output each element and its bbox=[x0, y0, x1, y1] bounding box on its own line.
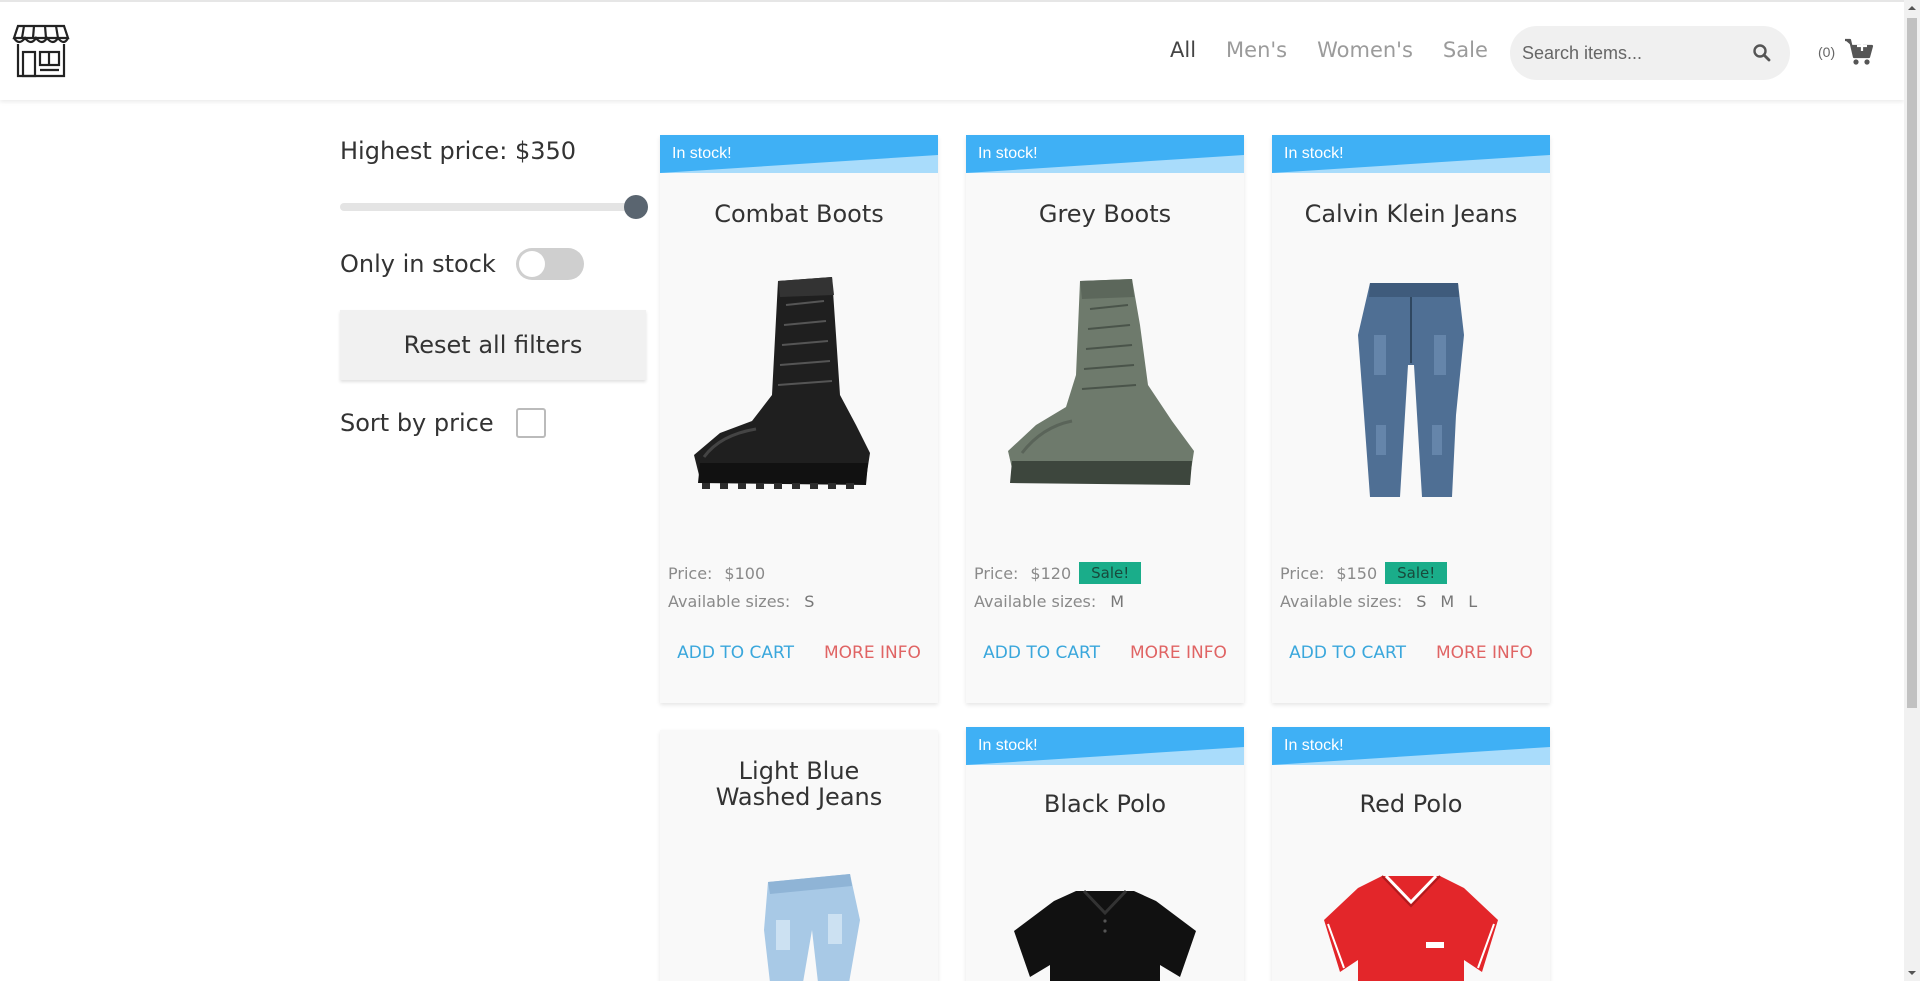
card-actions: ADD TO CART MORE INFO bbox=[1272, 643, 1550, 663]
card-actions: ADD TO CART MORE INFO bbox=[966, 643, 1244, 663]
add-to-cart-button[interactable]: ADD TO CART bbox=[983, 643, 1100, 663]
light-blue-jeans-image[interactable] bbox=[660, 870, 938, 981]
sort-by-price-label: Sort by price bbox=[340, 409, 494, 437]
filters-panel: Highest price: $350 Only in stock Reset … bbox=[340, 135, 648, 439]
price-label: Price: bbox=[974, 563, 1019, 583]
size-option[interactable]: S bbox=[1416, 592, 1426, 611]
product-title: Red Polo bbox=[1359, 790, 1463, 818]
more-info-button[interactable]: MORE INFO bbox=[1436, 643, 1533, 663]
price-label: Price: bbox=[1280, 563, 1325, 583]
search-box bbox=[1510, 26, 1790, 80]
size-option[interactable]: S bbox=[804, 592, 814, 611]
product-title: Combat Boots bbox=[714, 200, 884, 228]
highest-price-text: Highest price: bbox=[340, 137, 508, 165]
toggle-knob bbox=[518, 251, 545, 277]
in-stock-ribbon: In stock! bbox=[966, 135, 1244, 173]
cart-add-icon[interactable] bbox=[1844, 38, 1874, 66]
in-stock-text: In stock! bbox=[672, 145, 732, 162]
product-title: Calvin Klein Jeans bbox=[1304, 200, 1518, 228]
product-card: In stock! Calvin Klein Jeans Price: $150… bbox=[1272, 135, 1550, 703]
product-card: In stock! Combat Boots Price: $100 Avail… bbox=[660, 135, 938, 703]
product-title: Black Polo bbox=[1043, 790, 1167, 818]
sizes-label: Available sizes: bbox=[974, 592, 1097, 611]
nav-womens[interactable]: Women's bbox=[1317, 38, 1413, 62]
card-actions: ADD TO CART MORE INFO bbox=[660, 643, 938, 663]
price-slider-thumb[interactable] bbox=[624, 195, 648, 219]
more-info-button[interactable]: MORE INFO bbox=[1130, 643, 1227, 663]
product-title: Light Blue Washed Jeans bbox=[715, 757, 883, 811]
price-row: Price: $100 bbox=[668, 562, 773, 584]
scrollbar-thumb[interactable] bbox=[1907, 18, 1917, 708]
price-row: Price: $120 Sale! bbox=[974, 562, 1142, 584]
in-stock-text: In stock! bbox=[978, 145, 1038, 162]
dark-blue-jeans-image[interactable] bbox=[1272, 275, 1550, 505]
in-stock-ribbon: In stock! bbox=[1272, 727, 1550, 765]
page-scrollbar[interactable] bbox=[1904, 0, 1920, 981]
price-slider[interactable] bbox=[340, 195, 648, 219]
product-card: In stock! Red Polo bbox=[1272, 727, 1550, 981]
sizes-label: Available sizes: bbox=[1280, 592, 1403, 611]
nav-sale[interactable]: Sale bbox=[1443, 38, 1488, 62]
product-card: In stock! Black Polo bbox=[966, 727, 1244, 981]
price-row: Price: $150 Sale! bbox=[1280, 562, 1448, 584]
product-card: In stock! Grey Boots Price: $120 Sale! A… bbox=[966, 135, 1244, 703]
price-value: $150 bbox=[1336, 563, 1378, 583]
size-option[interactable]: M bbox=[1110, 592, 1124, 611]
add-to-cart-button[interactable]: ADD TO CART bbox=[1289, 643, 1406, 663]
black-polo-image[interactable] bbox=[966, 887, 1244, 981]
more-info-button[interactable]: MORE INFO bbox=[824, 643, 921, 663]
only-in-stock-toggle[interactable] bbox=[515, 248, 584, 280]
highest-price-value: $350 bbox=[514, 137, 577, 165]
price-label: Price: bbox=[668, 563, 713, 583]
product-card: Light Blue Washed Jeans bbox=[660, 730, 938, 981]
grey-boot-image[interactable] bbox=[966, 275, 1244, 505]
black-combat-boot-image[interactable] bbox=[660, 275, 938, 505]
nav-mens[interactable]: Men's bbox=[1226, 38, 1287, 62]
top-navbar: All Men's Women's Sale (0) bbox=[0, 0, 1904, 100]
in-stock-text: In stock! bbox=[1284, 737, 1344, 754]
in-stock-ribbon: In stock! bbox=[1272, 135, 1550, 173]
sale-badge: Sale! bbox=[1079, 562, 1142, 584]
in-stock-ribbon: In stock! bbox=[966, 727, 1244, 765]
sale-badge: Sale! bbox=[1385, 562, 1448, 584]
search-icon[interactable] bbox=[1752, 43, 1772, 63]
main-nav: All Men's Women's Sale bbox=[1170, 38, 1488, 62]
size-option[interactable]: M bbox=[1440, 592, 1454, 611]
only-in-stock-label: Only in stock bbox=[340, 250, 496, 278]
scroll-up-arrow-icon[interactable] bbox=[1904, 0, 1920, 16]
scroll-down-arrow-icon[interactable] bbox=[1904, 965, 1920, 981]
add-to-cart-button[interactable]: ADD TO CART bbox=[677, 643, 794, 663]
store-logo-icon[interactable] bbox=[12, 22, 70, 80]
in-stock-text: In stock! bbox=[978, 737, 1038, 754]
viewport: All Men's Women's Sale (0) bbox=[0, 0, 1920, 981]
reset-filters-button[interactable]: Reset all filters bbox=[340, 310, 646, 380]
stock-filter-row: Only in stock bbox=[340, 247, 646, 281]
sizes-row: Available sizes: M bbox=[974, 592, 1124, 611]
sizes-row: Available sizes: S M L bbox=[1280, 592, 1477, 611]
sizes-label: Available sizes: bbox=[668, 592, 791, 611]
price-value: $120 bbox=[1030, 563, 1072, 583]
nav-all[interactable]: All bbox=[1170, 38, 1196, 62]
red-polo-image[interactable] bbox=[1272, 872, 1550, 981]
price-slider-track[interactable] bbox=[340, 203, 636, 211]
sizes-row: Available sizes: S bbox=[668, 592, 814, 611]
price-value: $100 bbox=[724, 563, 766, 583]
sort-row: Sort by price bbox=[340, 407, 646, 439]
product-title: Grey Boots bbox=[1038, 200, 1172, 228]
in-stock-ribbon: In stock! bbox=[660, 135, 938, 173]
sort-by-price-checkbox[interactable] bbox=[515, 408, 546, 438]
highest-price-label: Highest price: $350 bbox=[340, 135, 646, 167]
in-stock-text: In stock! bbox=[1284, 145, 1344, 162]
size-option[interactable]: L bbox=[1468, 592, 1477, 611]
cart-count: (0) bbox=[1818, 44, 1836, 60]
search-input[interactable] bbox=[1522, 26, 1742, 80]
